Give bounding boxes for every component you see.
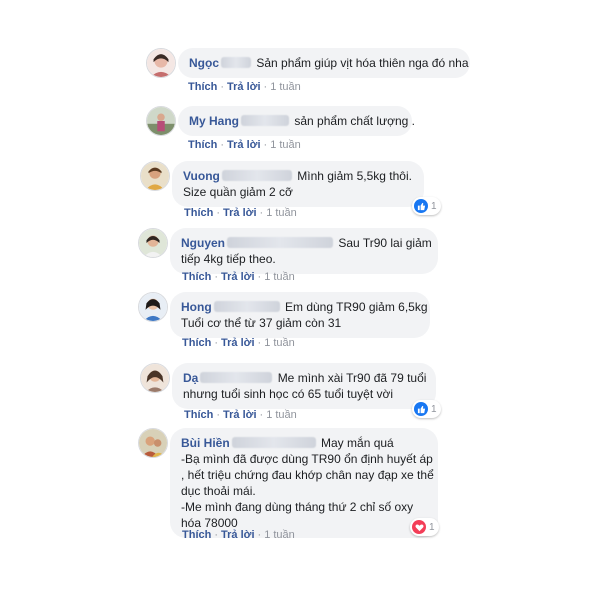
reply-link[interactable]: Trả lời — [227, 81, 261, 93]
reply-link[interactable]: Trả lời — [221, 529, 255, 541]
commenter-name[interactable]: Ngọc — [189, 56, 219, 70]
comment-text: tiếp 4kg tiếp theo. — [181, 252, 276, 266]
reaction-count: 1 — [429, 521, 435, 533]
reaction-badge[interactable]: 1 — [412, 197, 441, 215]
comment-text: Size quần giảm 2 cỡ — [183, 185, 293, 199]
like-link[interactable]: Thích — [182, 529, 211, 541]
reaction-badge[interactable]: 1 — [412, 400, 441, 418]
comment-text: Sau Tr90 lai giảm — [338, 236, 432, 250]
like-link[interactable]: Thích — [182, 337, 211, 349]
avatar[interactable] — [140, 363, 170, 393]
reply-link[interactable]: Trả lời — [221, 337, 255, 349]
commenter-name[interactable]: Bùi Hiền — [181, 436, 230, 450]
comment-bubble: Bùi Hiền May mắn quá -Bạ mình đã được dù… — [170, 428, 438, 538]
comment-text: , hết triệu chứng đau khớp chân nay đạp … — [181, 468, 434, 482]
comment-actions: Thích · Trả lời · 1 tuần — [182, 529, 295, 541]
reply-link[interactable]: Trả lời — [223, 207, 257, 219]
commenter-name[interactable]: Nguyen — [181, 236, 225, 250]
avatar[interactable] — [146, 106, 176, 136]
commenter-name[interactable]: My Hang — [189, 114, 239, 128]
comment-time[interactable]: 1 tuần — [266, 207, 297, 219]
blurred-name — [200, 372, 273, 383]
comment-text: Sản phẩm giúp vịt hóa thiên nga đó nha — [256, 56, 469, 70]
comment-time[interactable]: 1 tuần — [264, 529, 295, 541]
avatar[interactable] — [146, 48, 176, 78]
comment-bubble: Ngọc Sản phẩm giúp vịt hóa thiên nga đó … — [178, 48, 470, 78]
reply-link[interactable]: Trả lời — [223, 409, 257, 421]
like-link[interactable]: Thích — [188, 139, 217, 151]
comment-actions: Thích · Trả lời · 1 tuần — [182, 337, 295, 349]
avatar[interactable] — [138, 428, 168, 458]
comment-bubble: My Hang sản phẩm chất lượng . — [178, 106, 415, 136]
reply-link[interactable]: Trả lời — [227, 139, 261, 151]
like-icon — [414, 199, 428, 213]
comment-text: sản phẩm chất lượng . — [294, 114, 415, 128]
comment-time[interactable]: 1 tuần — [264, 337, 295, 349]
comment-time[interactable]: 1 tuần — [270, 81, 301, 93]
comment-text: Tuổi cơ thể từ 37 giảm còn 31 — [181, 316, 342, 330]
reaction-badge[interactable]: 1 — [410, 518, 439, 536]
like-icon — [414, 402, 428, 416]
reaction-count: 1 — [431, 200, 437, 212]
comment-bubble: Dạ Me mình xài Tr90 đã 79 tuổi nhưng tuổ… — [172, 363, 436, 409]
reaction-count: 1 — [431, 403, 437, 415]
commenter-name[interactable]: Vuong — [183, 169, 220, 183]
comment-text: nhưng tuổi sinh học có 65 tuổi tuyệt vời — [183, 387, 394, 401]
like-link[interactable]: Thích — [184, 409, 213, 421]
blurred-name — [241, 115, 290, 126]
blurred-name — [213, 301, 280, 312]
comment-text: Mình giảm 5,5kg thôi. — [297, 169, 412, 183]
comment-text: -Me mình đang dùng tháng thứ 2 chỉ số ox… — [181, 500, 414, 514]
avatar[interactable] — [140, 161, 170, 191]
comment-time[interactable]: 1 tuần — [270, 139, 301, 151]
avatar[interactable] — [138, 228, 168, 258]
comment-bubble: Nguyen Sau Tr90 lai giảm tiếp 4kg tiếp t… — [170, 228, 438, 274]
comment-actions: Thích · Trả lời · 1 tuần — [184, 409, 297, 421]
blurred-name — [221, 170, 292, 181]
love-icon — [412, 520, 426, 534]
comment-text: Em dùng TR90 giảm 6,5kg — [285, 300, 428, 314]
like-link[interactable]: Thích — [182, 271, 211, 283]
comment-bubble: Vuong Mình giảm 5,5kg thôi. Size quần gi… — [172, 161, 424, 207]
comment-actions: Thích · Trả lời · 1 tuần — [184, 207, 297, 219]
comment-time[interactable]: 1 tuần — [264, 271, 295, 283]
comment-actions: Thích · Trả lời · 1 tuần — [188, 81, 301, 93]
comment-bubble: Hong Em dùng TR90 giảm 6,5kg Tuổi cơ thể… — [170, 292, 430, 338]
comment-text: dục thoải mái. — [181, 484, 256, 498]
commenter-name[interactable]: Dạ — [183, 371, 198, 385]
comment-actions: Thích · Trả lời · 1 tuần — [188, 139, 301, 151]
blurred-name — [231, 437, 316, 448]
blurred-name — [221, 57, 251, 68]
blurred-name — [227, 237, 334, 248]
comment-text: May mắn quá — [321, 436, 394, 450]
comment-actions: Thích · Trả lời · 1 tuần — [182, 271, 295, 283]
avatar[interactable] — [138, 292, 168, 322]
reply-link[interactable]: Trả lời — [221, 271, 255, 283]
like-link[interactable]: Thích — [188, 81, 217, 93]
comment-text: Me mình xài Tr90 đã 79 tuổi — [277, 371, 427, 385]
comment-text: -Bạ mình đã được dùng TR90 ổn định huyết… — [181, 452, 433, 466]
comment-time[interactable]: 1 tuần — [266, 409, 297, 421]
commenter-name[interactable]: Hong — [181, 300, 212, 314]
like-link[interactable]: Thích — [184, 207, 213, 219]
